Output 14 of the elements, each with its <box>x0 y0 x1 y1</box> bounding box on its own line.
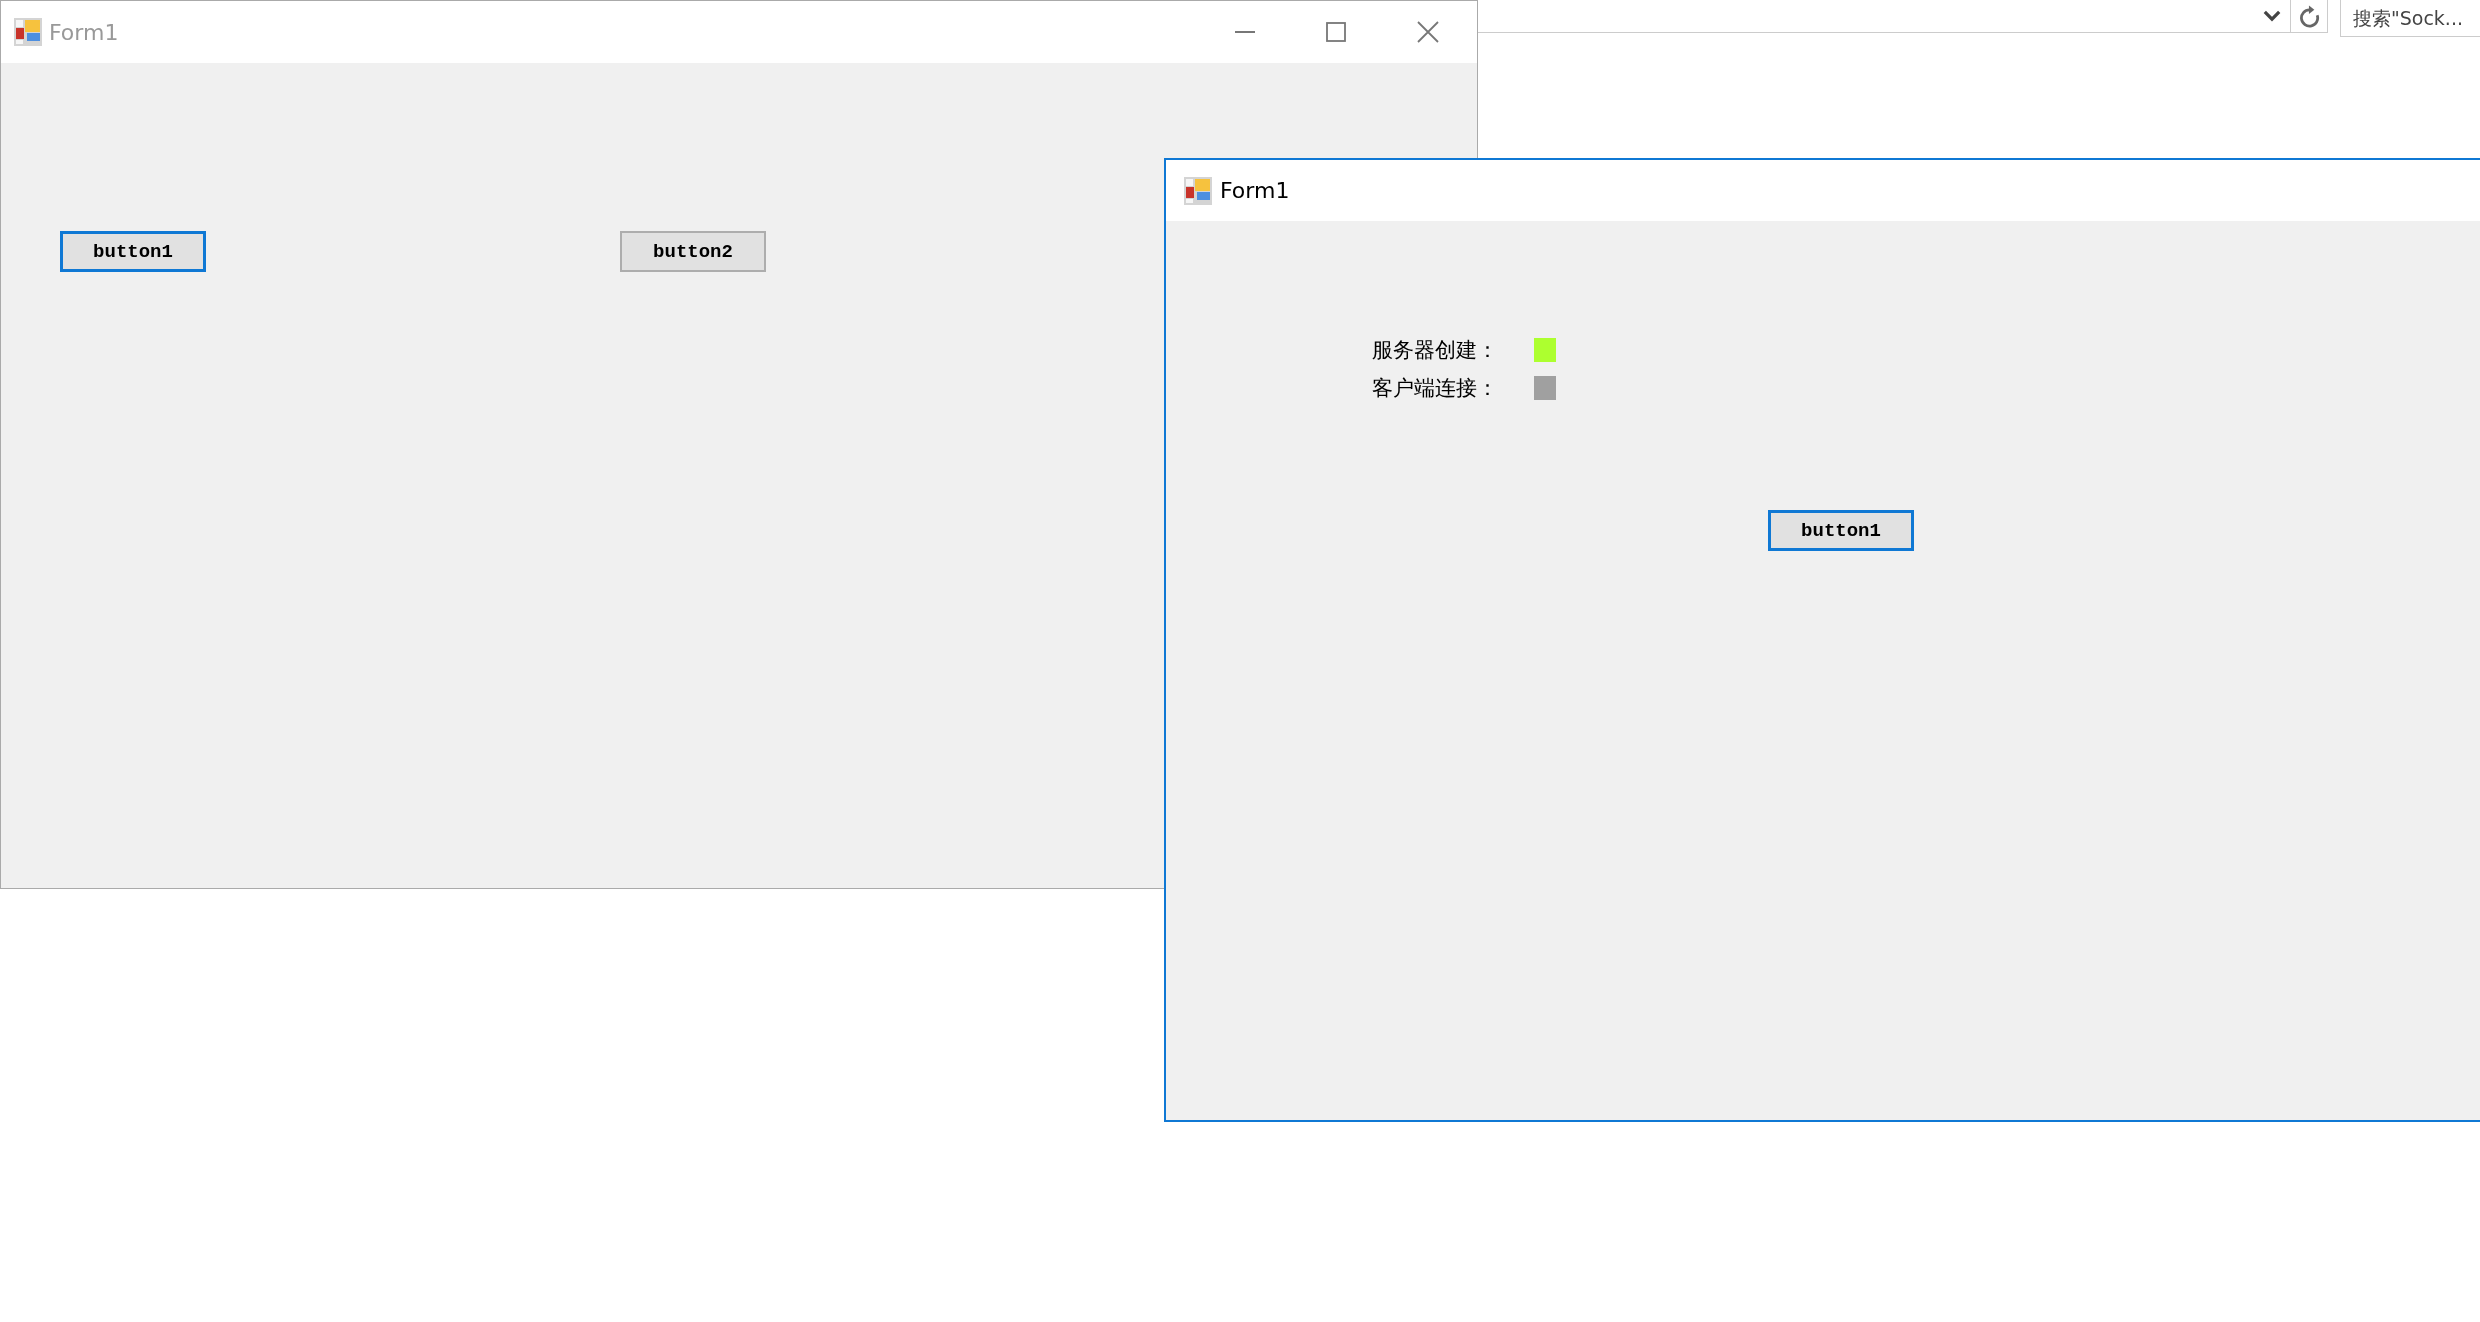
close-icon[interactable] <box>1417 21 1439 43</box>
status-label: 客户端连接： <box>1372 376 1499 400</box>
window-title: Form1 <box>49 19 119 45</box>
search-field[interactable]: 搜索"Sock... <box>2340 0 2480 37</box>
refresh-icon[interactable] <box>2299 4 2320 28</box>
form-button[interactable]: button2 <box>620 231 766 272</box>
form-button[interactable]: button1 <box>1768 510 1914 551</box>
status-label: 服务器创建： <box>1372 338 1499 362</box>
app-icon <box>14 18 42 46</box>
form-button[interactable]: button1 <box>60 231 206 272</box>
app-icon <box>1184 176 1212 205</box>
window-title: Form1 <box>1220 178 1290 203</box>
chevron-down-icon[interactable] <box>2263 10 2281 22</box>
maximize-icon[interactable] <box>1326 22 1346 42</box>
